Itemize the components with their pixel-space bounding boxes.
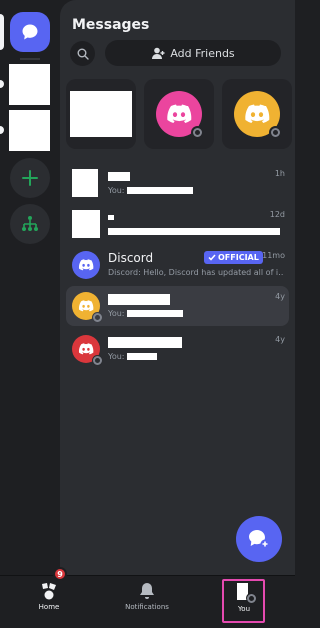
discover-button[interactable] (10, 204, 50, 244)
dm-timestamp: 4y (275, 292, 285, 301)
home-notification-badge: 9 (53, 567, 67, 581)
dm-preview: You: (108, 186, 194, 195)
avatar (72, 251, 100, 279)
redacted-avatar (72, 169, 98, 197)
discord-app: Messages Add Friends You: 1h 12d Discord… (0, 0, 295, 628)
dm-list-item[interactable]: Discord OFFICIAL 11mo Discord: Hello, Di… (66, 245, 289, 285)
dm-preview: Discord: Hello, Discord has updated all … (108, 268, 284, 277)
avatar (234, 91, 282, 139)
discord-logo-icon (167, 104, 192, 123)
dm-name: Discord (108, 251, 154, 265)
offline-status-icon (269, 126, 282, 139)
avatar (156, 91, 204, 139)
official-badge: OFFICIAL (204, 251, 263, 264)
checkmark-icon (208, 254, 216, 261)
nav-home-label: Home (38, 603, 60, 611)
search-button[interactable] (70, 41, 95, 66)
discord-logo-icon (78, 343, 94, 355)
add-friends-button[interactable]: Add Friends (105, 40, 281, 66)
new-message-icon (249, 530, 270, 549)
dm-list-item[interactable]: You: 4y (66, 286, 289, 326)
messages-panel: Messages Add Friends You: 1h 12d Discord… (60, 0, 295, 575)
dm-list-item[interactable]: You: 4y (66, 329, 289, 369)
rail-divider (20, 58, 40, 60)
nav-home[interactable]: Home (14, 582, 84, 626)
hub-tree-icon (22, 216, 38, 231)
discord-logo-icon (78, 259, 94, 271)
dm-timestamp: 11mo (262, 251, 285, 260)
dm-preview (108, 227, 280, 236)
redacted-avatar (70, 91, 132, 137)
dm-timestamp: 1h (274, 169, 285, 178)
server-icon[interactable] (9, 64, 50, 105)
add-friends-label: Add Friends (170, 46, 235, 60)
offline-status-icon (191, 126, 204, 139)
dm-timestamp: 4y (275, 335, 285, 344)
server-rail (0, 0, 60, 575)
discord-logo-icon (78, 300, 94, 312)
friend-card[interactable] (66, 79, 136, 149)
avatar (72, 335, 103, 366)
plus-icon (22, 170, 38, 186)
dm-name (108, 210, 114, 223)
direct-messages-button[interactable] (10, 12, 50, 52)
discord-logo-icon (245, 104, 270, 123)
unread-indicator (0, 80, 4, 88)
new-message-button[interactable] (236, 516, 282, 562)
friend-card[interactable] (144, 79, 214, 149)
dm-name (108, 335, 182, 348)
nav-notifications[interactable]: Notifications (112, 582, 182, 626)
redacted-avatar (72, 210, 100, 238)
offline-status-icon (92, 355, 103, 366)
highlight-annotation (222, 579, 265, 623)
home-servers-icon (42, 583, 56, 600)
avatar (72, 292, 103, 323)
nav-notifications-label: Notifications (125, 603, 169, 611)
dm-preview: You: (108, 309, 184, 318)
bell-icon (140, 583, 154, 599)
chat-bubble-icon (22, 24, 38, 40)
page-title: Messages (72, 17, 150, 33)
search-icon (77, 48, 89, 60)
dm-name (108, 292, 170, 305)
offline-status-icon (92, 312, 103, 323)
unread-indicator (0, 126, 4, 134)
dm-name (108, 169, 130, 182)
dm-preview: You: (108, 352, 158, 361)
add-friend-icon (152, 47, 165, 59)
selected-indicator (0, 14, 4, 50)
dm-timestamp: 12d (269, 210, 285, 219)
server-icon[interactable] (9, 110, 50, 151)
dm-list-item[interactable]: 12d (66, 204, 289, 244)
friend-card[interactable] (222, 79, 292, 149)
dm-list-item[interactable]: You: 1h (66, 163, 289, 203)
add-server-button[interactable] (10, 158, 50, 198)
